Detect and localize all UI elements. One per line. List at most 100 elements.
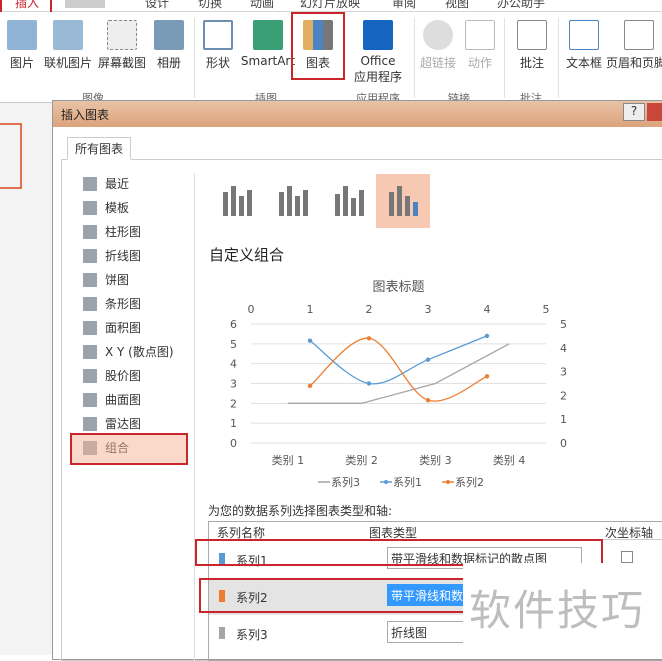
screenshot-icon	[107, 20, 137, 50]
highlight-series1-row	[195, 539, 603, 566]
slide-pane	[0, 102, 52, 655]
right-axis-tick: 1	[560, 413, 567, 426]
tab-animations[interactable]: 动画	[250, 0, 274, 11]
header-secondary-axis: 次坐标轴	[605, 526, 654, 540]
left-axis-tick: 1	[230, 417, 237, 430]
tab-view[interactable]: 视图	[445, 0, 469, 11]
category-label: 类别 3	[419, 453, 452, 467]
label: 屏幕截图	[97, 56, 146, 70]
legend-point	[384, 480, 388, 484]
online-picture-icon	[53, 20, 83, 50]
picture-button[interactable]: 图片	[4, 20, 40, 71]
label: 超链接	[419, 56, 456, 70]
shapes-button[interactable]: 形状	[200, 20, 236, 71]
header-footer-button[interactable]: 页眉和页脚	[606, 20, 662, 71]
legend-label: 系列2	[455, 475, 484, 489]
data-point	[366, 336, 372, 341]
divider	[194, 18, 195, 98]
comment-button[interactable]: 批注	[512, 20, 552, 71]
album-button[interactable]: 相册	[152, 20, 186, 71]
ribbon-tabs: 插入 设计 切换 动画 幻灯片放映 审阅 视图 办公助手	[0, 0, 662, 12]
top-axis-tick: 3	[425, 303, 432, 316]
data-point	[307, 383, 313, 389]
action-button[interactable]: 动作	[462, 20, 498, 71]
label: 形状	[205, 56, 230, 70]
action-star-icon	[465, 20, 495, 50]
comment-icon	[517, 20, 547, 50]
left-axis-tick: 2	[230, 397, 237, 410]
right-axis-tick: 3	[560, 366, 567, 379]
tab-review[interactable]: 审阅	[392, 0, 416, 11]
data-point	[484, 374, 490, 379]
category-label: 类别 4	[493, 453, 526, 467]
watermark-text: 软件技巧	[469, 586, 646, 635]
top-axis-tick: 4	[484, 303, 491, 316]
left-axis-tick: 4	[230, 358, 237, 371]
label: 批注	[519, 56, 544, 70]
label: 联机图片	[43, 56, 92, 70]
highlight-series2-row	[199, 578, 471, 613]
right-axis-tick: 0	[560, 437, 567, 450]
left-axis-tick: 6	[230, 318, 237, 331]
series-prompt: 为您的数据系列选择图表类型和轴:	[208, 504, 393, 518]
data-point	[307, 338, 313, 343]
series-color-swatch	[219, 627, 225, 639]
tab-design[interactable]: 设计	[145, 0, 169, 11]
data-point	[425, 397, 431, 403]
label: 页眉和页脚	[606, 56, 662, 70]
divider	[504, 18, 505, 98]
watermark-panel: 软件技巧	[463, 563, 662, 655]
album-icon	[154, 20, 184, 50]
legend-point	[446, 480, 450, 484]
data-point	[484, 333, 490, 339]
header-footer-icon	[624, 20, 654, 50]
category-label: 类别 2	[345, 453, 378, 467]
hyperlink-button[interactable]: 超链接	[418, 20, 458, 71]
tab-slideshow[interactable]: 幻灯片放映	[300, 0, 360, 11]
shapes-icon	[203, 20, 233, 50]
online-picture-button[interactable]: 联机图片	[42, 20, 94, 71]
textbox-icon	[569, 20, 599, 50]
highlight-chart-button	[291, 12, 345, 80]
hyperlink-icon	[423, 20, 453, 50]
ribbon: 图片 联机图片 屏幕截图 相册 形状 SmartArt 图表 Office 应用…	[0, 12, 662, 105]
tab-transitions[interactable]: 切换	[198, 0, 222, 11]
divider	[414, 18, 415, 98]
chart-preview: 图表标题01234560123450 1 2 3 4 5类别 1 类别 2 类别 3 类别 4系…	[230, 280, 567, 489]
right-axis-tick: 5	[560, 318, 567, 331]
legend-label: 系列3	[331, 475, 360, 489]
label: 动作	[467, 56, 492, 70]
tab-assistant[interactable]: 办公助手	[497, 0, 545, 11]
top-axis-tick: 5	[543, 303, 550, 316]
data-point	[425, 357, 431, 362]
legend-label: 系列1	[393, 475, 422, 489]
divider	[558, 18, 559, 98]
series-curve-系列1	[309, 335, 488, 385]
slide-thumbnail[interactable]	[0, 123, 22, 189]
left-axis-tick: 3	[230, 378, 237, 391]
tab-blurred[interactable]	[65, 0, 105, 8]
left-axis-tick: 0	[230, 437, 237, 450]
label: 相册	[156, 56, 181, 70]
series-table-header: 系列名称 图表类型 次坐标轴	[209, 522, 662, 540]
chart-title: 图表标题	[372, 280, 424, 295]
category-label: 类别 1	[272, 453, 305, 467]
textbox-button[interactable]: 文本框	[562, 20, 606, 71]
screenshot-button[interactable]: 屏幕截图	[96, 20, 148, 71]
label: 图片	[9, 56, 34, 70]
label: SmartArt	[240, 54, 296, 68]
office-apps-button[interactable]: Office 应用程序	[346, 20, 410, 85]
top-axis-tick: 1	[307, 303, 314, 316]
picture-icon	[7, 20, 37, 50]
smartart-button[interactable]: SmartArt	[240, 20, 296, 68]
top-axis-tick: 2	[366, 303, 373, 316]
smartart-icon	[253, 20, 283, 50]
right-axis-tick: 4	[560, 342, 567, 355]
data-point	[366, 381, 372, 386]
label: 文本框	[565, 56, 602, 70]
label: Office 应用程序	[353, 54, 402, 84]
left-axis-tick: 5	[230, 338, 237, 351]
top-axis-tick: 0	[248, 303, 255, 316]
secondary-axis-checkbox[interactable]	[621, 551, 633, 563]
series-name: 系列3	[236, 628, 268, 642]
